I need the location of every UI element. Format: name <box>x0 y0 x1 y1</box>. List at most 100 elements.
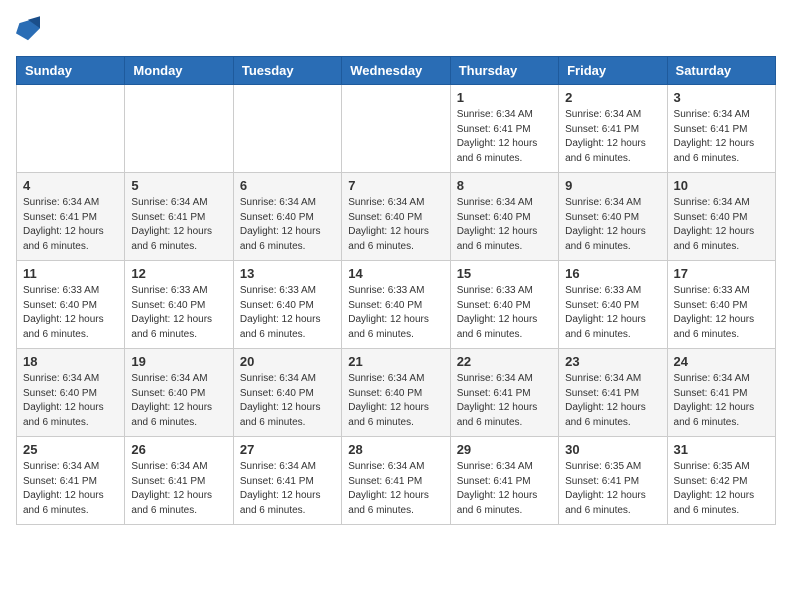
cell-info: Sunrise: 6:34 AM Sunset: 6:40 PM Dayligh… <box>348 196 443 254</box>
day-number: 25 <box>23 442 118 457</box>
cell-info: Sunrise: 6:33 AM Sunset: 6:40 PM Dayligh… <box>457 284 552 342</box>
logo <box>16 16 44 44</box>
day-number: 6 <box>240 178 335 193</box>
cell-info: Sunrise: 6:33 AM Sunset: 6:40 PM Dayligh… <box>565 284 660 342</box>
calendar-cell: 13 Sunrise: 6:33 AM Sunset: 6:40 PM Dayli… <box>233 261 341 349</box>
calendar-header-row: SundayMondayTuesdayWednesdayThursdayFrid… <box>17 57 776 85</box>
cell-info: Sunrise: 6:34 AM Sunset: 6:41 PM Dayligh… <box>131 196 226 254</box>
cell-info: Sunrise: 6:34 AM Sunset: 6:40 PM Dayligh… <box>457 196 552 254</box>
cell-info: Sunrise: 6:34 AM Sunset: 6:41 PM Dayligh… <box>457 460 552 518</box>
calendar-cell: 4 Sunrise: 6:34 AM Sunset: 6:41 PM Daylig… <box>17 173 125 261</box>
calendar-cell <box>233 85 341 173</box>
cell-info: Sunrise: 6:34 AM Sunset: 6:41 PM Dayligh… <box>565 372 660 430</box>
calendar-cell: 6 Sunrise: 6:34 AM Sunset: 6:40 PM Daylig… <box>233 173 341 261</box>
column-header-friday: Friday <box>559 57 667 85</box>
calendar-table: SundayMondayTuesdayWednesdayThursdayFrid… <box>16 56 776 525</box>
cell-info: Sunrise: 6:34 AM Sunset: 6:41 PM Dayligh… <box>23 196 118 254</box>
cell-info: Sunrise: 6:34 AM Sunset: 6:40 PM Dayligh… <box>23 372 118 430</box>
calendar-cell: 21Sunrise: 6:34 AM Sunset: 6:40 PM Dayli… <box>342 349 450 437</box>
cell-info: Sunrise: 6:34 AM Sunset: 6:41 PM Dayligh… <box>348 460 443 518</box>
calendar-cell: 27 Sunrise: 6:34 AM Sunset: 6:41 PM Dayli… <box>233 437 341 525</box>
calendar-cell: 18 Sunrise: 6:34 AM Sunset: 6:40 PM Dayli… <box>17 349 125 437</box>
calendar-cell: 25 Sunrise: 6:34 AM Sunset: 6:41 PM Dayli… <box>17 437 125 525</box>
cell-info: Sunrise: 6:34 AM Sunset: 6:41 PM Dayligh… <box>565 108 660 166</box>
calendar-cell: 26 Sunrise: 6:34 AM Sunset: 6:41 PM Dayli… <box>125 437 233 525</box>
day-number: 11 <box>23 266 118 281</box>
column-header-sunday: Sunday <box>17 57 125 85</box>
calendar-week-row: 18 Sunrise: 6:34 AM Sunset: 6:40 PM Dayli… <box>17 349 776 437</box>
calendar-week-row: 25 Sunrise: 6:34 AM Sunset: 6:41 PM Dayli… <box>17 437 776 525</box>
calendar-cell: 30 Sunrise: 6:35 AM Sunset: 6:41 PM Dayli… <box>559 437 667 525</box>
calendar-cell: 3 Sunrise: 6:34 AM Sunset: 6:41 PM Daylig… <box>667 85 775 173</box>
cell-info: Sunrise: 6:35 AM Sunset: 6:41 PM Dayligh… <box>565 460 660 518</box>
day-number: 17 <box>674 266 769 281</box>
column-header-monday: Monday <box>125 57 233 85</box>
day-number: 18 <box>23 354 118 369</box>
calendar-cell: 2 Sunrise: 6:34 AM Sunset: 6:41 PM Daylig… <box>559 85 667 173</box>
day-number: 31 <box>674 442 769 457</box>
day-number: 27 <box>240 442 335 457</box>
calendar-week-row: 4 Sunrise: 6:34 AM Sunset: 6:41 PM Daylig… <box>17 173 776 261</box>
calendar-cell: 15 Sunrise: 6:33 AM Sunset: 6:40 PM Dayli… <box>450 261 558 349</box>
calendar-cell <box>342 85 450 173</box>
calendar-cell: 23Sunrise: 6:34 AM Sunset: 6:41 PM Dayli… <box>559 349 667 437</box>
logo-icon <box>16 16 40 44</box>
calendar-week-row: 11 Sunrise: 6:33 AM Sunset: 6:40 PM Dayli… <box>17 261 776 349</box>
calendar-cell: 10 Sunrise: 6:34 AM Sunset: 6:40 PM Dayli… <box>667 173 775 261</box>
cell-info: Sunrise: 6:34 AM Sunset: 6:40 PM Dayligh… <box>674 196 769 254</box>
day-number: 26 <box>131 442 226 457</box>
day-number: 20 <box>240 354 335 369</box>
day-number: 7 <box>348 178 443 193</box>
calendar-cell: 19 Sunrise: 6:34 AM Sunset: 6:40 PM Dayli… <box>125 349 233 437</box>
cell-info: Sunrise: 6:34 AM Sunset: 6:41 PM Dayligh… <box>131 460 226 518</box>
calendar-cell: 12Sunrise: 6:33 AM Sunset: 6:40 PM Dayli… <box>125 261 233 349</box>
day-number: 1 <box>457 90 552 105</box>
day-number: 13 <box>240 266 335 281</box>
cell-info: Sunrise: 6:33 AM Sunset: 6:40 PM Dayligh… <box>240 284 335 342</box>
calendar-cell: 28 Sunrise: 6:34 AM Sunset: 6:41 PM Dayli… <box>342 437 450 525</box>
cell-info: Sunrise: 6:34 AM Sunset: 6:41 PM Dayligh… <box>240 460 335 518</box>
cell-info: Sunrise: 6:34 AM Sunset: 6:41 PM Dayligh… <box>457 372 552 430</box>
cell-info: Sunrise: 6:35 AM Sunset: 6:42 PM Dayligh… <box>674 460 769 518</box>
cell-info: Sunrise: 6:34 AM Sunset: 6:40 PM Dayligh… <box>240 196 335 254</box>
cell-info: Sunrise: 6:33 AM Sunset: 6:40 PM Dayligh… <box>348 284 443 342</box>
cell-info: Sunrise: 6:34 AM Sunset: 6:40 PM Dayligh… <box>131 372 226 430</box>
calendar-cell: 20 Sunrise: 6:34 AM Sunset: 6:40 PM Dayli… <box>233 349 341 437</box>
calendar-cell: 7 Sunrise: 6:34 AM Sunset: 6:40 PM Daylig… <box>342 173 450 261</box>
cell-info: Sunrise: 6:34 AM Sunset: 6:40 PM Dayligh… <box>565 196 660 254</box>
day-number: 14 <box>348 266 443 281</box>
calendar-cell: 8Sunrise: 6:34 AM Sunset: 6:40 PM Daylig… <box>450 173 558 261</box>
calendar-cell: 14 Sunrise: 6:33 AM Sunset: 6:40 PM Dayli… <box>342 261 450 349</box>
calendar-cell: 11 Sunrise: 6:33 AM Sunset: 6:40 PM Dayli… <box>17 261 125 349</box>
calendar-cell: 1Sunrise: 6:34 AM Sunset: 6:41 PM Daylig… <box>450 85 558 173</box>
cell-info: Sunrise: 6:33 AM Sunset: 6:40 PM Dayligh… <box>131 284 226 342</box>
day-number: 5 <box>131 178 226 193</box>
cell-info: Sunrise: 6:33 AM Sunset: 6:40 PM Dayligh… <box>674 284 769 342</box>
cell-info: Sunrise: 6:34 AM Sunset: 6:41 PM Dayligh… <box>674 372 769 430</box>
calendar-cell: 29Sunrise: 6:34 AM Sunset: 6:41 PM Dayli… <box>450 437 558 525</box>
day-number: 3 <box>674 90 769 105</box>
page-header <box>16 16 776 44</box>
column-header-tuesday: Tuesday <box>233 57 341 85</box>
calendar-cell <box>17 85 125 173</box>
cell-info: Sunrise: 6:34 AM Sunset: 6:41 PM Dayligh… <box>23 460 118 518</box>
cell-info: Sunrise: 6:34 AM Sunset: 6:41 PM Dayligh… <box>674 108 769 166</box>
day-number: 4 <box>23 178 118 193</box>
cell-info: Sunrise: 6:33 AM Sunset: 6:40 PM Dayligh… <box>23 284 118 342</box>
calendar-cell: 17 Sunrise: 6:33 AM Sunset: 6:40 PM Dayli… <box>667 261 775 349</box>
calendar-cell: 9Sunrise: 6:34 AM Sunset: 6:40 PM Daylig… <box>559 173 667 261</box>
calendar-cell: 31 Sunrise: 6:35 AM Sunset: 6:42 PM Dayli… <box>667 437 775 525</box>
calendar-cell: 5 Sunrise: 6:34 AM Sunset: 6:41 PM Daylig… <box>125 173 233 261</box>
day-number: 15 <box>457 266 552 281</box>
day-number: 24 <box>674 354 769 369</box>
cell-info: Sunrise: 6:34 AM Sunset: 6:40 PM Dayligh… <box>240 372 335 430</box>
day-number: 2 <box>565 90 660 105</box>
cell-info: Sunrise: 6:34 AM Sunset: 6:40 PM Dayligh… <box>348 372 443 430</box>
day-number: 30 <box>565 442 660 457</box>
calendar-cell: 24 Sunrise: 6:34 AM Sunset: 6:41 PM Dayli… <box>667 349 775 437</box>
column-header-wednesday: Wednesday <box>342 57 450 85</box>
calendar-week-row: 1 Sunrise: 6:34 AM Sunset: 6:41 PM Daylig… <box>17 85 776 173</box>
day-number: 10 <box>674 178 769 193</box>
day-number: 19 <box>131 354 226 369</box>
day-number: 28 <box>348 442 443 457</box>
